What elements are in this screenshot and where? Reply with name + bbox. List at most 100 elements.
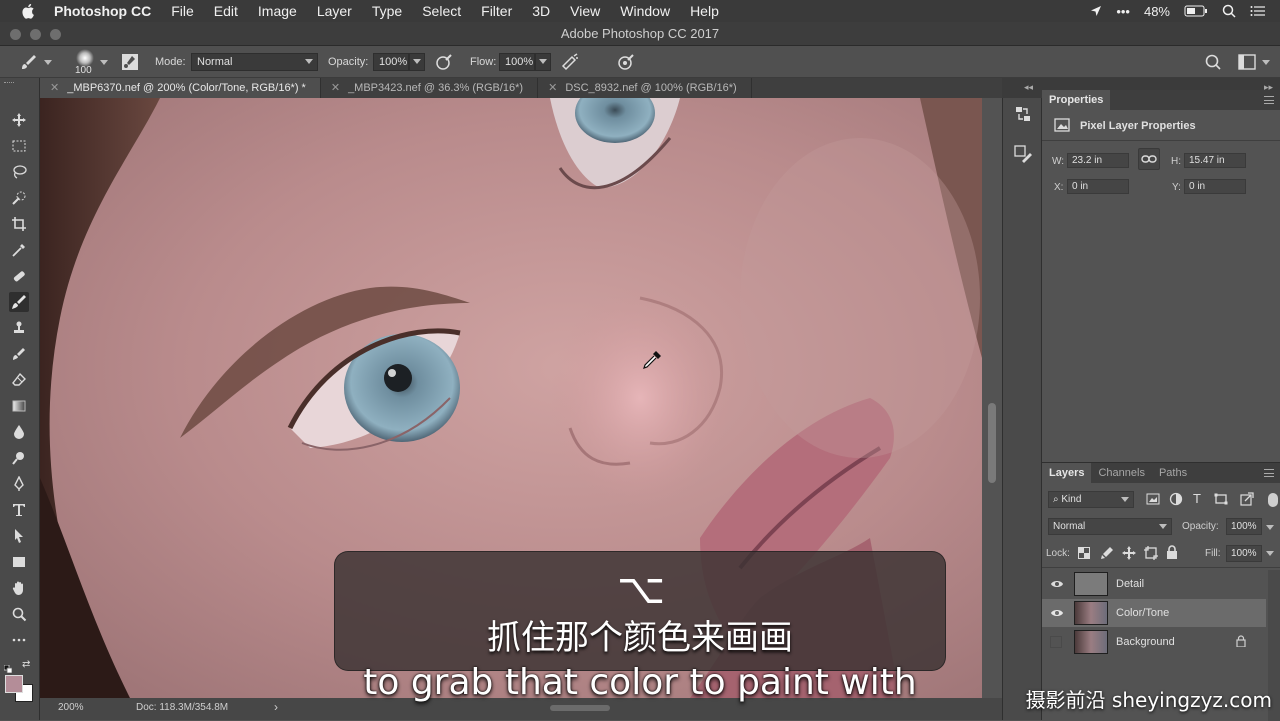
zoom-tool[interactable] — [9, 604, 29, 624]
minimize-window-button[interactable] — [30, 29, 41, 40]
filter-adjustment-icon[interactable] — [1169, 492, 1183, 506]
mode-select[interactable]: Normal — [191, 53, 318, 71]
rectangle-tool[interactable] — [9, 552, 29, 572]
notification-center-icon[interactable] — [1250, 5, 1266, 17]
spotlight-search-icon[interactable] — [1222, 4, 1236, 18]
history-brush-tool[interactable] — [9, 344, 29, 364]
opacity-dropdown[interactable] — [409, 53, 425, 71]
swap-colors-icon[interactable]: ⇄ — [22, 659, 30, 670]
gradient-tool[interactable] — [9, 396, 29, 416]
panel-menu-icon[interactable] — [1264, 96, 1274, 104]
menu-type[interactable]: Type — [372, 3, 402, 19]
prevent-auto-nesting-icon[interactable] — [1144, 546, 1158, 560]
panel-menu-icon[interactable] — [1264, 469, 1274, 477]
move-tool[interactable] — [9, 110, 29, 130]
apple-icon[interactable] — [20, 3, 38, 19]
tab-layers[interactable]: Layers — [1042, 463, 1092, 483]
link-dimensions-button[interactable] — [1138, 148, 1160, 170]
search-icon[interactable] — [1204, 53, 1222, 71]
layer-row-background[interactable]: Background — [1042, 628, 1266, 656]
marquee-tool[interactable] — [9, 136, 29, 156]
filter-pixel-icon[interactable] — [1146, 493, 1160, 505]
status-menu-arrow[interactable]: › — [274, 700, 278, 714]
lock-image-pixels-icon[interactable] — [1100, 546, 1114, 560]
horizontal-scrollbar-thumb[interactable] — [550, 705, 610, 711]
filter-smart-object-icon[interactable] — [1240, 492, 1254, 506]
layer-filter-kind-select[interactable]: ⌕ Kind — [1048, 491, 1134, 508]
lock-all-icon[interactable] — [1166, 545, 1178, 559]
filter-type-icon[interactable]: T — [1193, 491, 1201, 506]
battery-icon[interactable] — [1184, 5, 1208, 17]
menu-help[interactable]: Help — [690, 3, 719, 19]
layer-row-color-tone[interactable]: Color/Tone — [1042, 599, 1266, 627]
filter-toggle-switch[interactable] — [1268, 493, 1278, 507]
visibility-toggle-off[interactable] — [1050, 636, 1062, 648]
menu-filter[interactable]: Filter — [481, 3, 512, 19]
tab-properties[interactable]: Properties — [1042, 90, 1111, 110]
tab-document-3[interactable]: ✕ DSC_8932.nef @ 100% (RGB/16*) — [538, 78, 752, 98]
history-panel-icon[interactable] — [1013, 104, 1033, 124]
workspace-switcher-icon[interactable] — [1238, 54, 1256, 70]
chevron-down-icon[interactable] — [100, 60, 108, 65]
crop-tool[interactable] — [9, 214, 29, 234]
height-input[interactable]: 15.47 in — [1184, 153, 1246, 168]
clone-stamp-tool[interactable] — [9, 318, 29, 338]
flow-dropdown[interactable] — [535, 53, 551, 71]
menu-file[interactable]: File — [171, 3, 194, 19]
canvas-vertical-scrollbar[interactable] — [982, 98, 1002, 698]
close-icon[interactable]: ✕ — [548, 82, 557, 94]
x-input[interactable]: 0 in — [1067, 179, 1129, 194]
blur-tool[interactable] — [9, 422, 29, 442]
lock-transparent-pixels-icon[interactable] — [1078, 547, 1090, 559]
lock-position-icon[interactable] — [1122, 546, 1136, 560]
brush-tool[interactable] — [9, 292, 29, 312]
location-arrow-icon[interactable] — [1090, 5, 1102, 17]
menu-layer[interactable]: Layer — [317, 3, 352, 19]
eraser-tool[interactable] — [9, 370, 29, 390]
panel-grip[interactable] — [4, 82, 14, 86]
type-tool[interactable] — [9, 500, 29, 520]
foreground-color-swatch[interactable] — [5, 675, 23, 693]
menu-window[interactable]: Window — [620, 3, 670, 19]
filter-shape-icon[interactable] — [1214, 493, 1228, 505]
healing-brush-tool[interactable] — [9, 266, 29, 286]
flow-input[interactable]: 100% — [499, 53, 535, 71]
pressure-size-icon[interactable] — [616, 52, 636, 72]
layer-row-detail[interactable]: Detail — [1042, 570, 1266, 598]
layer-opacity-input[interactable]: 100% — [1226, 518, 1262, 535]
fill-input[interactable]: 100% — [1226, 545, 1262, 562]
brush-tool-preset-icon[interactable] — [20, 53, 38, 71]
chevron-down-icon[interactable] — [1266, 551, 1274, 556]
visibility-eye-icon[interactable] — [1050, 607, 1064, 619]
chevron-down-icon[interactable] — [44, 60, 52, 65]
menu-edit[interactable]: Edit — [214, 3, 238, 19]
opacity-input[interactable]: 100% — [373, 53, 409, 71]
tab-channels[interactable]: Channels — [1091, 463, 1151, 483]
eyedropper-tool[interactable] — [9, 240, 29, 260]
menu-app-name[interactable]: Photoshop CC — [54, 3, 151, 19]
layer-blend-mode-select[interactable]: Normal — [1048, 518, 1172, 535]
airbrush-icon[interactable] — [560, 52, 580, 72]
menubar-more[interactable]: ••• — [1116, 4, 1130, 19]
chevron-down-icon[interactable] — [1262, 60, 1270, 65]
close-icon[interactable]: ✕ — [331, 82, 340, 94]
brush-settings-icon[interactable] — [1013, 144, 1033, 164]
close-window-button[interactable] — [10, 29, 21, 40]
visibility-eye-icon[interactable] — [1050, 578, 1064, 590]
hand-tool[interactable] — [9, 578, 29, 598]
menu-select[interactable]: Select — [422, 3, 461, 19]
menu-view[interactable]: View — [570, 3, 600, 19]
scrollbar-thumb[interactable] — [988, 403, 996, 483]
path-selection-tool[interactable] — [9, 526, 29, 546]
menu-3d[interactable]: 3D — [532, 3, 550, 19]
tab-document-2[interactable]: ✕ _MBP3423.nef @ 36.3% (RGB/16*) — [321, 78, 539, 98]
zoom-level[interactable]: 200% — [58, 702, 84, 713]
brush-settings-panel-icon[interactable] — [120, 52, 140, 72]
dodge-tool[interactable] — [9, 448, 29, 468]
chevron-down-icon[interactable] — [1266, 525, 1274, 530]
pen-tool[interactable] — [9, 474, 29, 494]
tab-document-1[interactable]: ✕ _MBP6370.nef @ 200% (Color/Tone, RGB/16… — [40, 78, 321, 98]
close-icon[interactable]: ✕ — [50, 82, 59, 94]
y-input[interactable]: 0 in — [1184, 179, 1246, 194]
lasso-tool[interactable] — [9, 162, 29, 182]
